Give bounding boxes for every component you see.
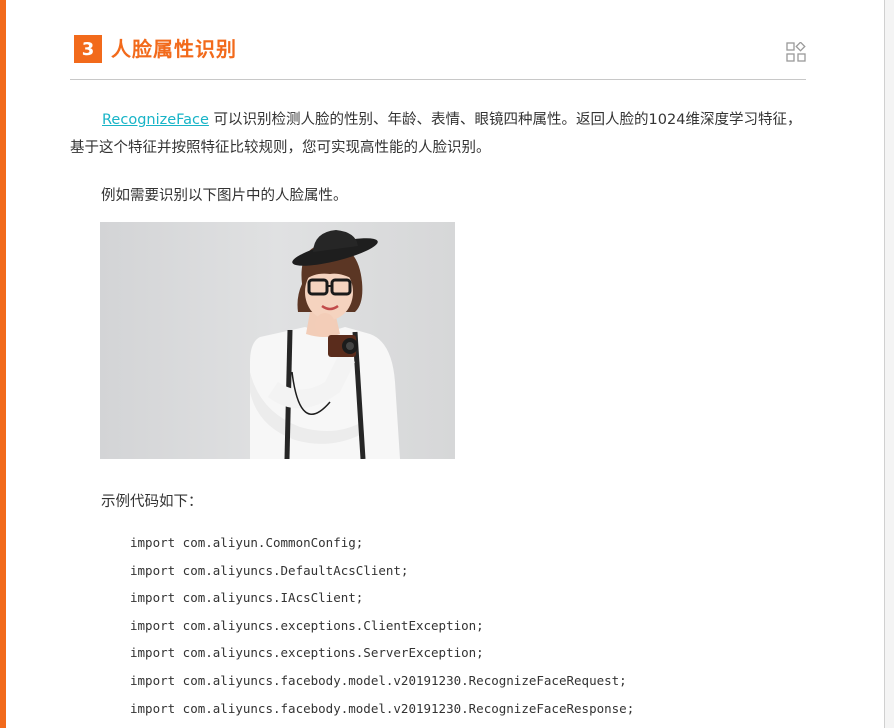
code-line: import com.aliyuncs.exceptions.ClientExc… — [130, 617, 484, 633]
intro-paragraph: RecognizeFace 可以识别检测人脸的性别、年龄、表情、眼镜四种属性。返… — [70, 106, 810, 162]
section-title: 人脸属性识别 — [111, 37, 237, 61]
code-block: import com.aliyun.CommonConfig; import c… — [130, 529, 634, 722]
title-divider — [70, 79, 806, 80]
code-intro: 示例代码如下： — [101, 494, 203, 510]
code-line: import com.aliyuncs.facebody.model.v2019… — [130, 672, 627, 688]
category-icon[interactable] — [786, 42, 806, 62]
left-accent-bar — [0, 0, 6, 728]
example-photo — [100, 222, 455, 459]
code-line: import com.aliyuncs.exceptions.ServerExc… — [130, 645, 484, 661]
page-gutter — [885, 0, 894, 728]
code-line: import com.aliyuncs.IAcsClient; — [130, 590, 364, 606]
code-line: import com.aliyuncs.facebody.model.v2019… — [130, 700, 635, 716]
code-line: import com.aliyun.CommonConfig; — [130, 535, 364, 550]
recognizeface-link[interactable]: RecognizeFace — [102, 112, 209, 128]
portrait-illustration — [100, 222, 455, 459]
code-line: import com.aliyuncs.DefaultAcsClient; — [130, 562, 409, 578]
section-number: 3 — [74, 35, 102, 63]
example-intro: 例如需要识别以下图片中的人脸属性。 — [101, 188, 348, 204]
